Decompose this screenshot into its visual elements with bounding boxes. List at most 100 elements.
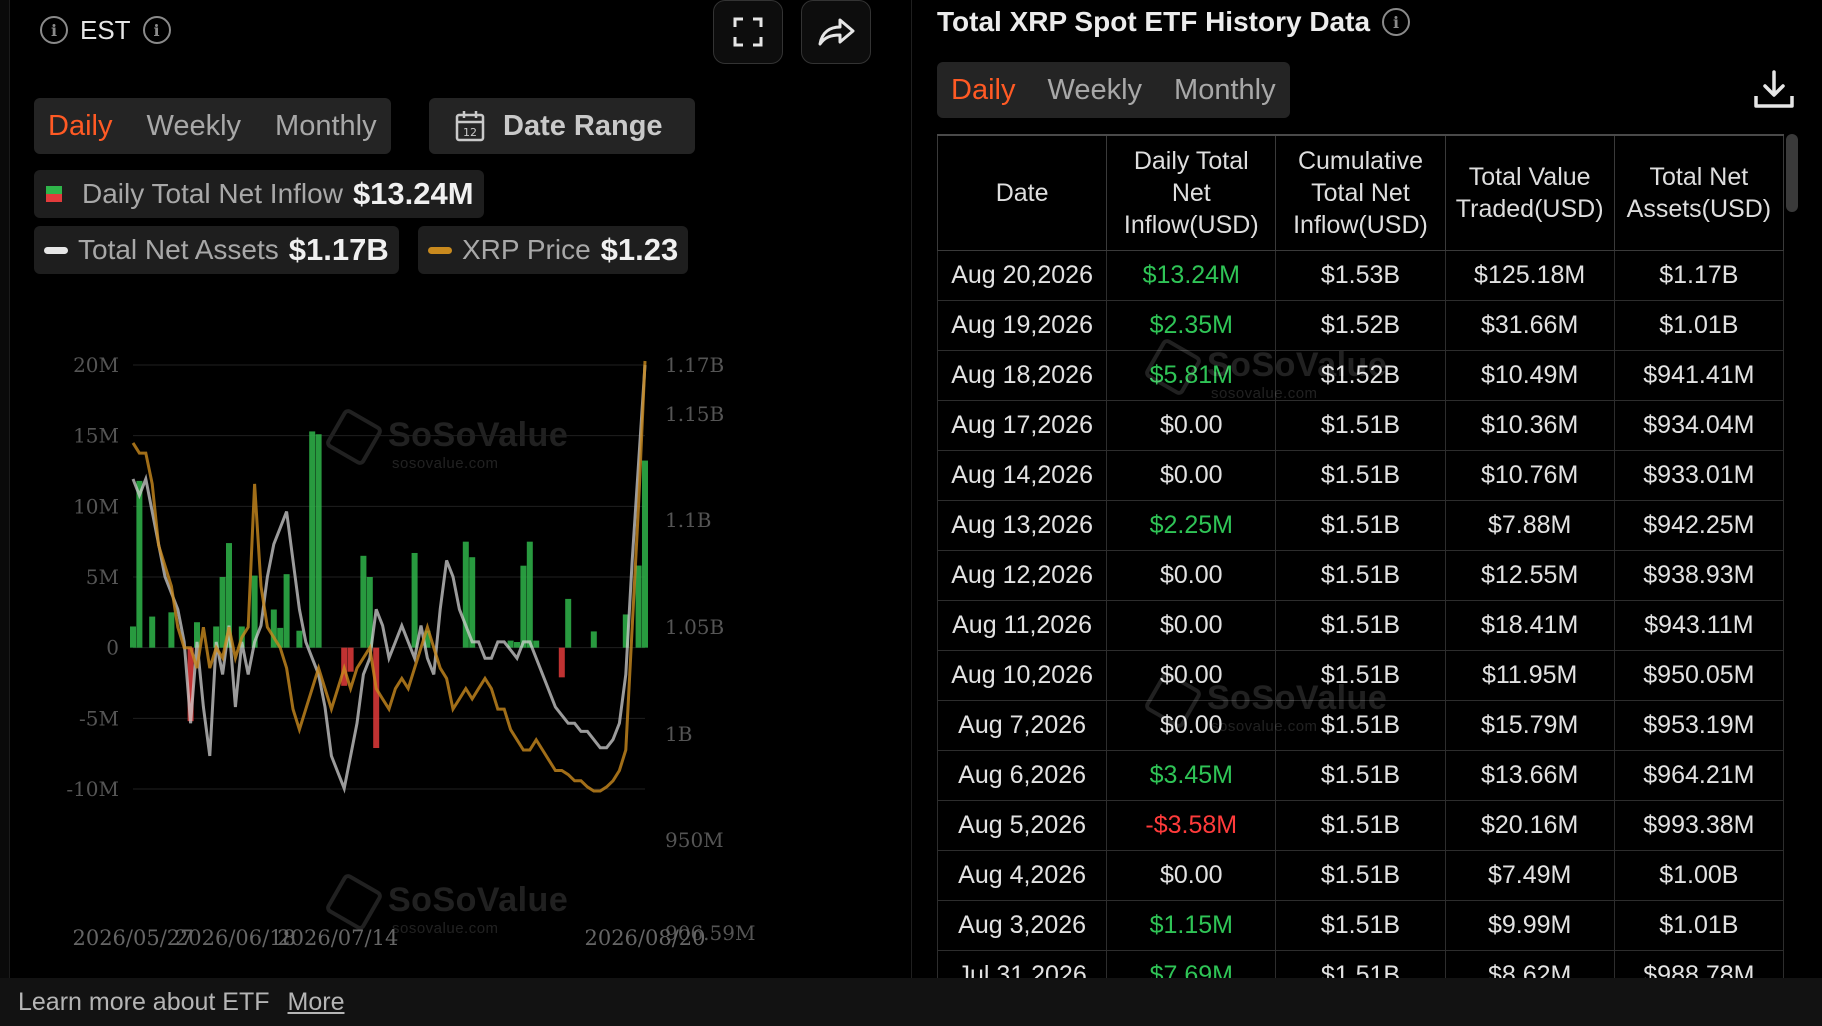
calendar-icon: 12	[455, 111, 485, 142]
inflow-bar	[168, 612, 175, 648]
cell-date: Aug 13,2026	[937, 499, 1108, 551]
download-icon[interactable]	[1752, 68, 1796, 112]
cell-net-assets: $1.17B	[1613, 249, 1784, 301]
inflow-bar	[296, 630, 303, 648]
fullscreen-icon	[733, 17, 763, 47]
cell-traded: $11.95M	[1444, 649, 1615, 701]
inflow-legend-value: $13.24M	[352, 176, 474, 211]
cell-daily-inflow: $13.24M	[1106, 249, 1277, 301]
table-scrollbar[interactable]	[1786, 134, 1798, 212]
table-row[interactable]: Aug 17,2026 $0.00 $1.51B $10.36M $934.04M	[937, 399, 1784, 451]
timezone-info-icon[interactable]: i	[142, 16, 171, 44]
date-range-button[interactable]: 12 Date Range	[429, 98, 695, 154]
table-watermark-2: SoSoValue sosovalue.com	[1142, 669, 1387, 735]
timezone-label: EST	[80, 14, 131, 45]
cell-cumulative: $1.52B	[1275, 299, 1446, 351]
cell-cumulative: $1.51B	[1275, 449, 1446, 501]
cell-cumulative: $1.51B	[1275, 899, 1446, 951]
cell-cumulative: $1.51B	[1275, 599, 1446, 651]
inflow-bar	[219, 577, 226, 648]
history-period-tabs: Daily Weekly Monthly	[937, 62, 1290, 118]
table-row[interactable]: Aug 5,2026 -$3.58M $1.51B $20.16M $993.38M	[937, 799, 1784, 851]
inflow-bar	[590, 631, 597, 648]
calendar-day: 12	[463, 126, 477, 139]
history-table-container[interactable]: Date Daily Total Net Inflow(USD) Cumulat…	[937, 134, 1784, 978]
cell-date: Aug 14,2026	[937, 449, 1108, 501]
cell-net-assets: $953.19M	[1613, 699, 1784, 751]
cell-date: Aug 6,2026	[937, 749, 1108, 801]
right-tick-label: 950M	[665, 828, 724, 852]
cell-net-assets: $964.21M	[1613, 749, 1784, 801]
cell-traded: $125.18M	[1444, 249, 1615, 301]
inflow-bar	[635, 565, 642, 648]
panel-edge	[0, 0, 10, 978]
timezone-bar: i EST i	[40, 10, 171, 50]
history-panel: Total XRP Spot ETF History Data i Daily …	[913, 0, 1822, 978]
cell-date: Aug 18,2026	[937, 349, 1108, 401]
cell-traded: $7.88M	[1444, 499, 1615, 551]
table-row[interactable]: Aug 19,2026 $2.35M $1.52B $31.66M $1.01B	[937, 299, 1784, 351]
table-row[interactable]: Aug 13,2026 $2.25M $1.51B $7.88M $942.25M	[937, 499, 1784, 551]
cell-daily-inflow: $0.00	[1106, 849, 1277, 901]
inflow-bar	[309, 431, 316, 648]
inflow-bar	[533, 640, 540, 648]
assets-legend-label: Total Net Assets	[78, 234, 279, 265]
table-row[interactable]: Aug 12,2026 $0.00 $1.51B $12.55M $938.93M	[937, 549, 1784, 601]
col-daily-inflow: Daily Total Net Inflow(USD)	[1106, 134, 1277, 251]
cell-cumulative: $1.51B	[1275, 749, 1446, 801]
right-tick-label: 1.1B	[665, 508, 712, 532]
share-icon	[818, 18, 855, 46]
footer-text: Learn more about ETF	[18, 987, 270, 1016]
history-tab-daily[interactable]: Daily	[951, 74, 1015, 107]
inflow-bar	[411, 552, 418, 648]
table-row[interactable]: Aug 3,2026 $1.15M $1.51B $9.99M $1.01B	[937, 899, 1784, 951]
tab-monthly[interactable]: Monthly	[275, 110, 377, 143]
table-row[interactable]: Aug 6,2026 $3.45M $1.51B $13.66M $964.21M	[937, 749, 1784, 801]
table-row[interactable]: Aug 20,2026 $13.24M $1.53B $125.18M $1.17B	[937, 249, 1784, 301]
inflow-legend[interactable]: Daily Total Net Inflow $13.24M	[34, 170, 484, 218]
history-info-icon[interactable]: i	[1382, 8, 1411, 36]
table-row[interactable]: Aug 14,2026 $0.00 $1.51B $10.76M $933.01M	[937, 449, 1784, 501]
cell-date: Aug 5,2026	[937, 799, 1108, 851]
history-tab-monthly[interactable]: Monthly	[1174, 74, 1276, 107]
inflow-bar	[149, 616, 156, 648]
inflow-bar	[565, 598, 572, 648]
info-icon[interactable]: i	[40, 16, 68, 44]
x-tick-label: 2026/07/14	[277, 926, 398, 950]
sosovalue-logo-3	[1142, 336, 1204, 398]
fullscreen-button[interactable]	[713, 0, 783, 64]
cell-date: Aug 3,2026	[937, 899, 1108, 951]
history-tab-weekly[interactable]: Weekly	[1047, 74, 1142, 107]
cell-daily-inflow: $0.00	[1106, 449, 1277, 501]
assets-legend[interactable]: Total Net Assets $1.17B	[34, 226, 399, 274]
cell-net-assets: $942.25M	[1613, 499, 1784, 551]
etf-flow-chart[interactable]: 20M 15M 10M 5M 0 -5M -10M 1.17B 1.15B 1.1B 1.05B 1B…	[60, 325, 870, 965]
inflow-bar	[520, 565, 527, 648]
cell-net-assets: $938.93M	[1613, 549, 1784, 601]
col-date: Date	[937, 134, 1108, 251]
left-tick-label: 10M	[73, 494, 119, 518]
cell-daily-inflow: $1.15M	[1106, 899, 1277, 951]
cell-date: Aug 4,2026	[937, 849, 1108, 901]
chart-period-tabs: Daily Weekly Monthly	[34, 98, 391, 154]
cell-net-assets: $941.41M	[1613, 349, 1784, 401]
inflow-bar	[642, 460, 648, 648]
share-button[interactable]	[801, 0, 871, 64]
table-row[interactable]: Aug 11,2026 $0.00 $1.51B $18.41M $943.11M	[937, 599, 1784, 651]
tab-daily[interactable]: Daily	[48, 110, 112, 143]
table-row[interactable]: Jul 31,2026 $7.69M $1.51B $8.62M $988.78M	[937, 949, 1784, 978]
cell-traded: $10.36M	[1444, 399, 1615, 451]
cell-net-assets: $943.11M	[1613, 599, 1784, 651]
left-tick-label: 0	[106, 636, 119, 660]
tab-weekly[interactable]: Weekly	[146, 110, 241, 143]
price-legend[interactable]: XRP Price $1.23	[418, 226, 689, 274]
inflow-bar	[136, 480, 143, 648]
table-row[interactable]: Aug 4,2026 $0.00 $1.51B $7.49M $1.00B	[937, 849, 1784, 901]
cell-date: Aug 10,2026	[937, 649, 1108, 701]
cell-traded: $10.49M	[1444, 349, 1615, 401]
more-link[interactable]: More	[288, 988, 345, 1017]
cell-date: Aug 20,2026	[937, 249, 1108, 301]
cell-daily-inflow: -$3.58M	[1106, 799, 1277, 851]
inflow-bar	[360, 555, 367, 648]
inflow-bar	[514, 642, 520, 648]
